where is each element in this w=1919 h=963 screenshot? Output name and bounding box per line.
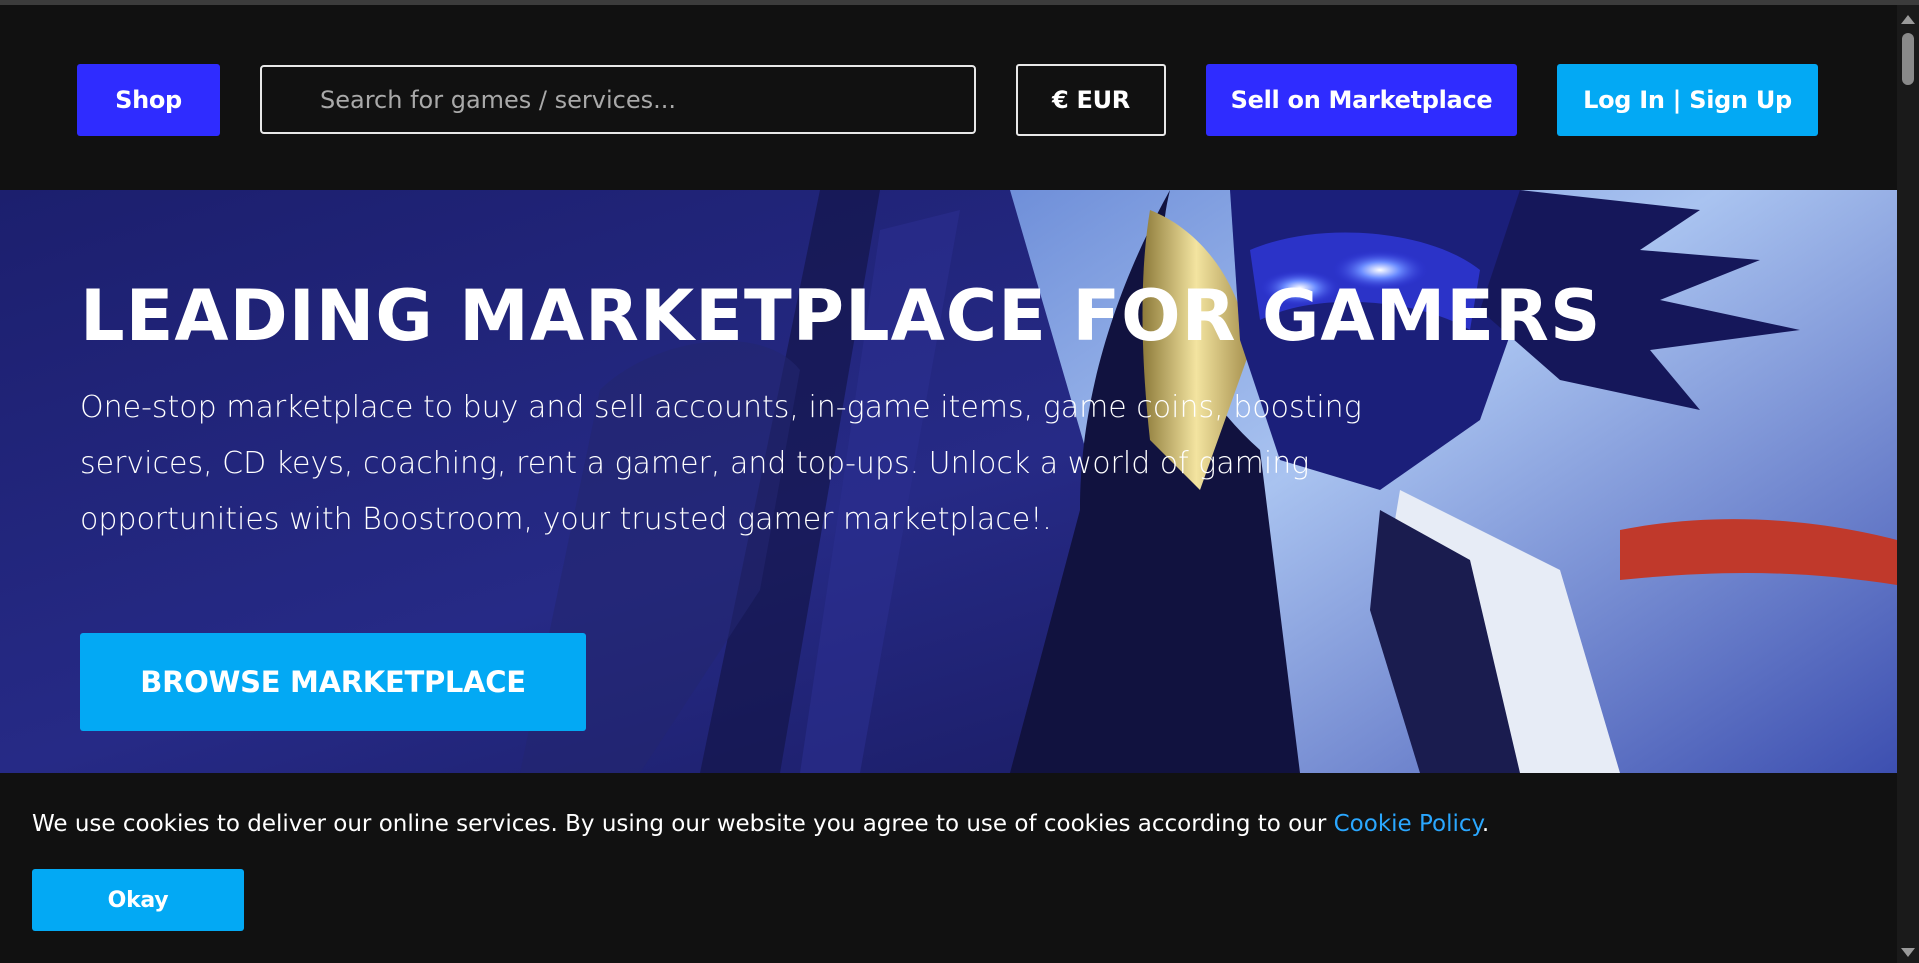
sell-on-marketplace-button[interactable]: Sell on Marketplace <box>1206 64 1517 136</box>
cookie-text: We use cookies to deliver our online ser… <box>32 811 1334 837</box>
scroll-up-arrow-icon[interactable] <box>1901 15 1915 24</box>
scroll-down-arrow-icon[interactable] <box>1901 948 1915 957</box>
search-placeholder: Search for games / services... <box>320 85 677 114</box>
page-scrollbar[interactable] <box>1897 5 1919 963</box>
browse-marketplace-button[interactable]: BROWSE MARKETPLACE <box>80 633 586 731</box>
search-input[interactable]: Search for games / services... <box>260 65 976 134</box>
cookie-policy-link[interactable]: Cookie Policy <box>1334 811 1482 837</box>
cookie-trailing: . <box>1481 811 1490 837</box>
shop-button[interactable]: Shop <box>77 64 220 136</box>
cookie-banner: We use cookies to deliver our online ser… <box>0 773 1897 963</box>
scroll-thumb[interactable] <box>1902 33 1914 85</box>
currency-selector[interactable]: € EUR <box>1016 64 1166 136</box>
hero-section: LEADING MARKETPLACE FOR GAMERS One-stop … <box>0 190 1897 773</box>
cookie-okay-button[interactable]: Okay <box>32 869 244 931</box>
site-header: Shop Search for games / services... € EU… <box>0 5 1897 190</box>
hero-title: LEADING MARKETPLACE FOR GAMERS <box>80 275 1602 357</box>
hero-description: One-stop marketplace to buy and sell acc… <box>80 390 1362 537</box>
login-signup-button[interactable]: Log In | Sign Up <box>1557 64 1818 136</box>
cookie-message: We use cookies to deliver our online ser… <box>32 811 1489 837</box>
